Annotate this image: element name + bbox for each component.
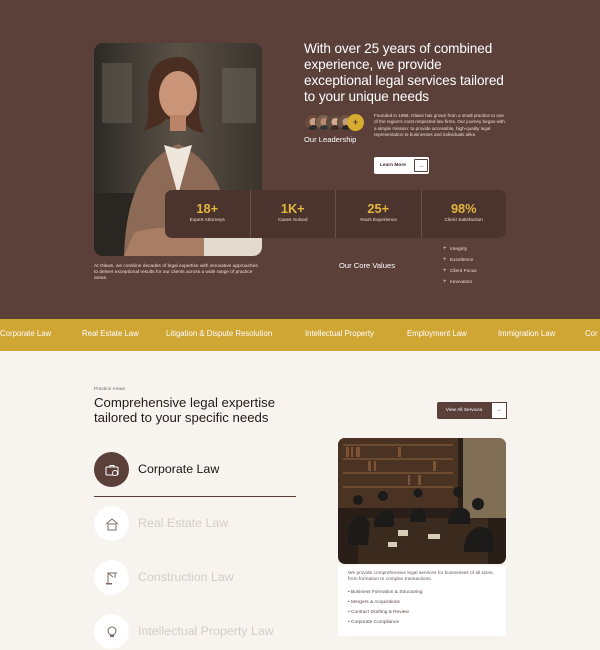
ticker-item: Real Estate Law bbox=[82, 329, 139, 338]
plus-icon: + bbox=[443, 279, 447, 285]
service-list: • Business Formation & Structuring • Mer… bbox=[348, 588, 496, 628]
stat-value: 1K+ bbox=[280, 201, 305, 216]
stat-item: 25+ Years Experience bbox=[336, 190, 422, 238]
core-values-title: Our Core Values bbox=[339, 261, 395, 270]
plus-icon: + bbox=[443, 246, 447, 252]
practice-item-corporate-law[interactable]: Corporate Law bbox=[94, 452, 296, 488]
ticker-item: Cor bbox=[585, 329, 598, 338]
service-list-item: • Business Formation & Structuring bbox=[348, 590, 423, 596]
house-icon bbox=[94, 506, 129, 541]
ticker-item: Corporate Law bbox=[0, 329, 52, 338]
firm-intro-text: At Olaws, we combine decades of legal ex… bbox=[94, 264, 258, 282]
service-list-item: • Contract Drafting & Review bbox=[348, 610, 409, 616]
stat-label: Years Experience bbox=[359, 218, 397, 223]
stat-value: 98% bbox=[450, 201, 477, 216]
view-all-label: View All Services bbox=[437, 402, 491, 419]
section-eyebrow: Practice Areas bbox=[94, 387, 125, 392]
more-avatars-badge: + bbox=[347, 114, 364, 131]
service-list-item: • Corporate Compliance bbox=[348, 620, 400, 626]
practice-name: Corporate Law bbox=[138, 462, 220, 476]
core-value-item: + Integrity bbox=[443, 246, 468, 252]
plus-icon: + bbox=[443, 268, 447, 274]
arrow-right-icon: → bbox=[491, 402, 507, 419]
practice-name: Intellectual Property Law bbox=[138, 624, 274, 638]
learn-more-button[interactable]: Learn More → bbox=[374, 157, 429, 174]
stat-item: 1K+ Cases Solved bbox=[251, 190, 336, 238]
stat-item: 98% Client Satisfaction bbox=[422, 190, 507, 238]
stat-value: 18+ bbox=[196, 201, 219, 216]
ticker-item: Immigration Law bbox=[498, 329, 556, 338]
stat-label: Expert Attorneys bbox=[189, 218, 225, 223]
ticker-item: Employment Law bbox=[407, 329, 467, 338]
stat-value: 25+ bbox=[367, 201, 390, 216]
ticker-item: Intellectual Property bbox=[305, 329, 374, 338]
practice-item-intellectual-property-law[interactable]: Intellectual Property Law bbox=[94, 614, 296, 650]
briefcase-icon bbox=[94, 452, 129, 487]
service-description: We provide comprehensive legal services … bbox=[348, 571, 494, 583]
plus-icon: + bbox=[443, 257, 447, 263]
crane-icon bbox=[94, 560, 129, 595]
practice-name: Real Estate Law bbox=[138, 516, 229, 530]
learn-more-label: Learn More bbox=[380, 163, 406, 168]
practice-ticker: Corporate Law Real Estate Law Litigation… bbox=[0, 319, 600, 351]
stat-label: Client Satisfaction bbox=[444, 218, 483, 223]
leadership-label: Our Leadership bbox=[304, 135, 357, 144]
stat-item: 18+ Expert Attorneys bbox=[165, 190, 251, 238]
service-detail-card: We provide comprehensive legal services … bbox=[338, 566, 506, 636]
leadership-avatars: + bbox=[304, 114, 364, 131]
practice-name: Construction Law bbox=[138, 570, 234, 584]
hero-headline: With over 25 years of combined experienc… bbox=[304, 41, 504, 104]
stats-bar: 18+ Expert Attorneys 1K+ Cases Solved 25… bbox=[165, 190, 506, 238]
practice-item-real-estate-law[interactable]: Real Estate Law bbox=[94, 506, 296, 542]
section-title: Comprehensive legal expertise tailored t… bbox=[94, 395, 276, 425]
divider bbox=[94, 496, 296, 497]
core-values-list: + Integrity + Excellence + Client Focus + In… bbox=[443, 244, 477, 288]
arrow-right-icon: → bbox=[414, 159, 428, 172]
practice-item-construction-law[interactable]: Construction Law bbox=[94, 560, 296, 596]
stat-label: Cases Solved bbox=[277, 218, 308, 223]
view-all-services-button[interactable]: View All Services → bbox=[437, 402, 507, 419]
core-value-item: + Client Focus bbox=[443, 268, 477, 274]
about-text: Founded in 1999, Olaws has grown from a … bbox=[374, 113, 505, 138]
hero-section bbox=[0, 0, 600, 320]
core-value-item: + Excellence bbox=[443, 257, 474, 263]
law-office-image bbox=[338, 438, 506, 564]
service-list-item: • Mergers & Acquisitions bbox=[348, 600, 400, 606]
core-value-item: + Innovation bbox=[443, 279, 473, 285]
ticker-item: Litigation & Dispute Resolution bbox=[166, 329, 273, 338]
